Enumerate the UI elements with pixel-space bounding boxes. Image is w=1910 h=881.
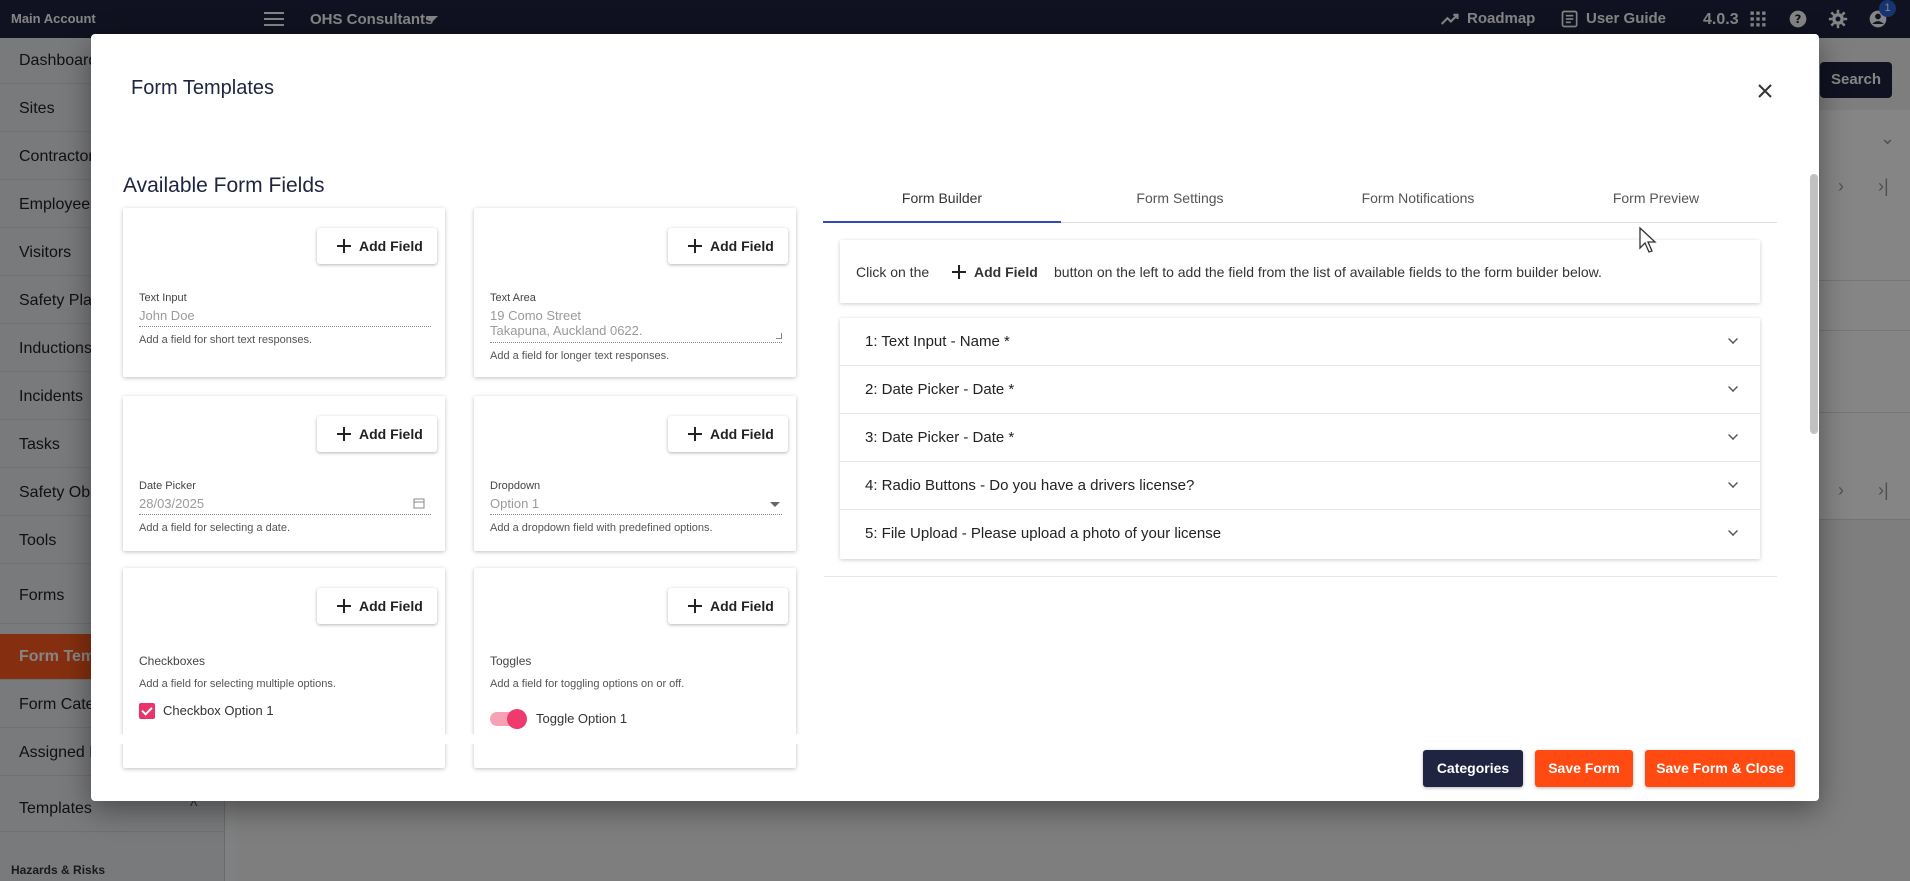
categories-button[interactable]: Categories: [1423, 750, 1523, 787]
field-card-date-picker: Add Field Date Picker 28/03/2025 Add a f…: [123, 396, 445, 551]
tab-form-preview[interactable]: Form Preview: [1537, 184, 1775, 223]
field-type-label: Toggles: [490, 654, 532, 668]
field-underline: [139, 326, 431, 327]
add-field-label: Add Field: [710, 598, 774, 614]
scroll-area-edge: [91, 734, 811, 744]
tab-form-notifications[interactable]: Form Notifications: [1299, 184, 1537, 223]
plus-icon: [952, 265, 966, 279]
toggle-knob[interactable]: [507, 709, 527, 729]
dialog-title: Form Templates: [131, 77, 275, 99]
resize-handle-icon[interactable]: [776, 333, 782, 339]
inline-add-field-hint: Add Field: [952, 264, 1038, 280]
field-type-label: Text Input: [139, 292, 187, 304]
builder-field-row[interactable]: 3: Date Picker - Date *: [840, 414, 1760, 462]
field-card-text-area: Add Field Text Area 19 Como Street Takap…: [474, 208, 796, 377]
toggle-option-label: Toggle Option 1: [536, 711, 628, 726]
dialog-scrollbar[interactable]: [1808, 134, 1819, 754]
plus-icon: [337, 239, 351, 253]
add-field-label: Add Field: [710, 426, 774, 442]
field-underline: [490, 342, 782, 343]
divider: [824, 576, 1777, 577]
tab-form-builder[interactable]: Form Builder: [823, 184, 1061, 223]
mouse-pointer-icon: [1639, 226, 1657, 253]
field-type-label: Dropdown: [490, 480, 541, 492]
form-tabs: Form Builder Form Settings Form Notifica…: [823, 184, 1777, 223]
field-help-text: Add a field for selecting a date.: [139, 522, 291, 534]
plus-icon: [688, 427, 702, 441]
chevron-down-icon[interactable]: [1728, 382, 1738, 392]
plus-icon: [688, 599, 702, 613]
chevron-down-icon[interactable]: [1728, 430, 1738, 440]
add-field-label: Add Field: [359, 426, 423, 442]
builder-field-label: 1: Text Input - Name *: [865, 333, 1010, 350]
add-field-button[interactable]: Add Field: [317, 588, 437, 624]
instructions-text-after: button on the left to add the field from…: [1054, 264, 1602, 280]
add-field-button[interactable]: Add Field: [668, 416, 788, 452]
add-field-label: Add Field: [359, 238, 423, 254]
field-sample-value: 28/03/2025: [139, 496, 205, 511]
add-field-label: Add Field: [710, 238, 774, 254]
inline-add-field-label: Add Field: [974, 264, 1038, 280]
field-type-label: Date Picker: [139, 480, 196, 492]
add-field-button[interactable]: Add Field: [668, 228, 788, 264]
save-form-and-close-button[interactable]: Save Form & Close: [1645, 750, 1795, 787]
chevron-down-icon[interactable]: [1728, 334, 1738, 344]
field-sample-value-line1: 19 Como Street: [490, 308, 582, 323]
checkbox-option-label: Checkbox Option 1: [163, 703, 274, 718]
builder-instructions: Click on the Add Field button on the lef…: [840, 240, 1760, 303]
builder-field-row[interactable]: 4: Radio Buttons - Do you have a drivers…: [840, 462, 1760, 510]
field-help-text: Add a field for longer text responses.: [490, 350, 670, 362]
scrollbar-thumb[interactable]: [1810, 174, 1818, 434]
calendar-icon[interactable]: [413, 497, 425, 509]
add-field-button[interactable]: Add Field: [317, 228, 437, 264]
checkbox-checked[interactable]: [139, 703, 155, 719]
field-card-dropdown: Add Field Dropdown Option 1 Add a dropdo…: [474, 396, 796, 551]
tab-form-settings[interactable]: Form Settings: [1061, 184, 1299, 223]
field-type-label: Text Area: [490, 292, 536, 304]
builder-field-row[interactable]: 2: Date Picker - Date *: [840, 366, 1760, 414]
instructions-text-before: Click on the: [856, 264, 930, 280]
builder-field-label: 3: Date Picker - Date *: [865, 429, 1015, 446]
chevron-down-icon[interactable]: [1728, 478, 1738, 488]
field-card-text-input: Add Field Text Input John Doe Add a fiel…: [123, 208, 445, 377]
field-help-text: Add a field for toggling options on or o…: [490, 678, 685, 690]
field-sample-value: John Doe: [139, 308, 195, 323]
close-icon[interactable]: [1754, 80, 1776, 102]
dropdown-caret-icon[interactable]: [770, 502, 780, 507]
field-help-text: Add a field for short text responses.: [139, 334, 313, 346]
plus-icon: [337, 599, 351, 613]
plus-icon: [688, 239, 702, 253]
field-type-label: Checkboxes: [139, 654, 206, 668]
builder-field-label: 4: Radio Buttons - Do you have a drivers…: [865, 477, 1195, 494]
field-help-text: Add a dropdown field with predefined opt…: [490, 522, 713, 534]
builder-field-label: 2: Date Picker - Date *: [865, 381, 1015, 398]
builder-field-row[interactable]: 5: File Upload - Please upload a photo o…: [840, 510, 1760, 558]
plus-icon: [337, 427, 351, 441]
builder-field-row[interactable]: 1: Text Input - Name *: [840, 318, 1760, 366]
field-sample-value: Option 1: [490, 496, 540, 511]
available-fields-heading: Available Form Fields: [123, 174, 325, 197]
builder-field-label: 5: File Upload - Please upload a photo o…: [865, 525, 1222, 542]
save-form-button[interactable]: Save Form: [1535, 750, 1633, 787]
add-field-button[interactable]: Add Field: [317, 416, 437, 452]
field-underline: [139, 514, 431, 515]
field-help-text: Add a field for selecting multiple optio…: [139, 678, 336, 690]
field-underline: [490, 514, 782, 515]
add-field-label: Add Field: [359, 598, 423, 614]
builder-field-list: 1: Text Input - Name * 2: Date Picker - …: [840, 318, 1760, 559]
add-field-button[interactable]: Add Field: [668, 588, 788, 624]
form-templates-dialog: Form Templates Available Form Fields Add…: [91, 34, 1819, 801]
chevron-down-icon[interactable]: [1728, 526, 1738, 536]
field-sample-value-line2: Takapuna, Auckland 0622.: [490, 323, 643, 338]
